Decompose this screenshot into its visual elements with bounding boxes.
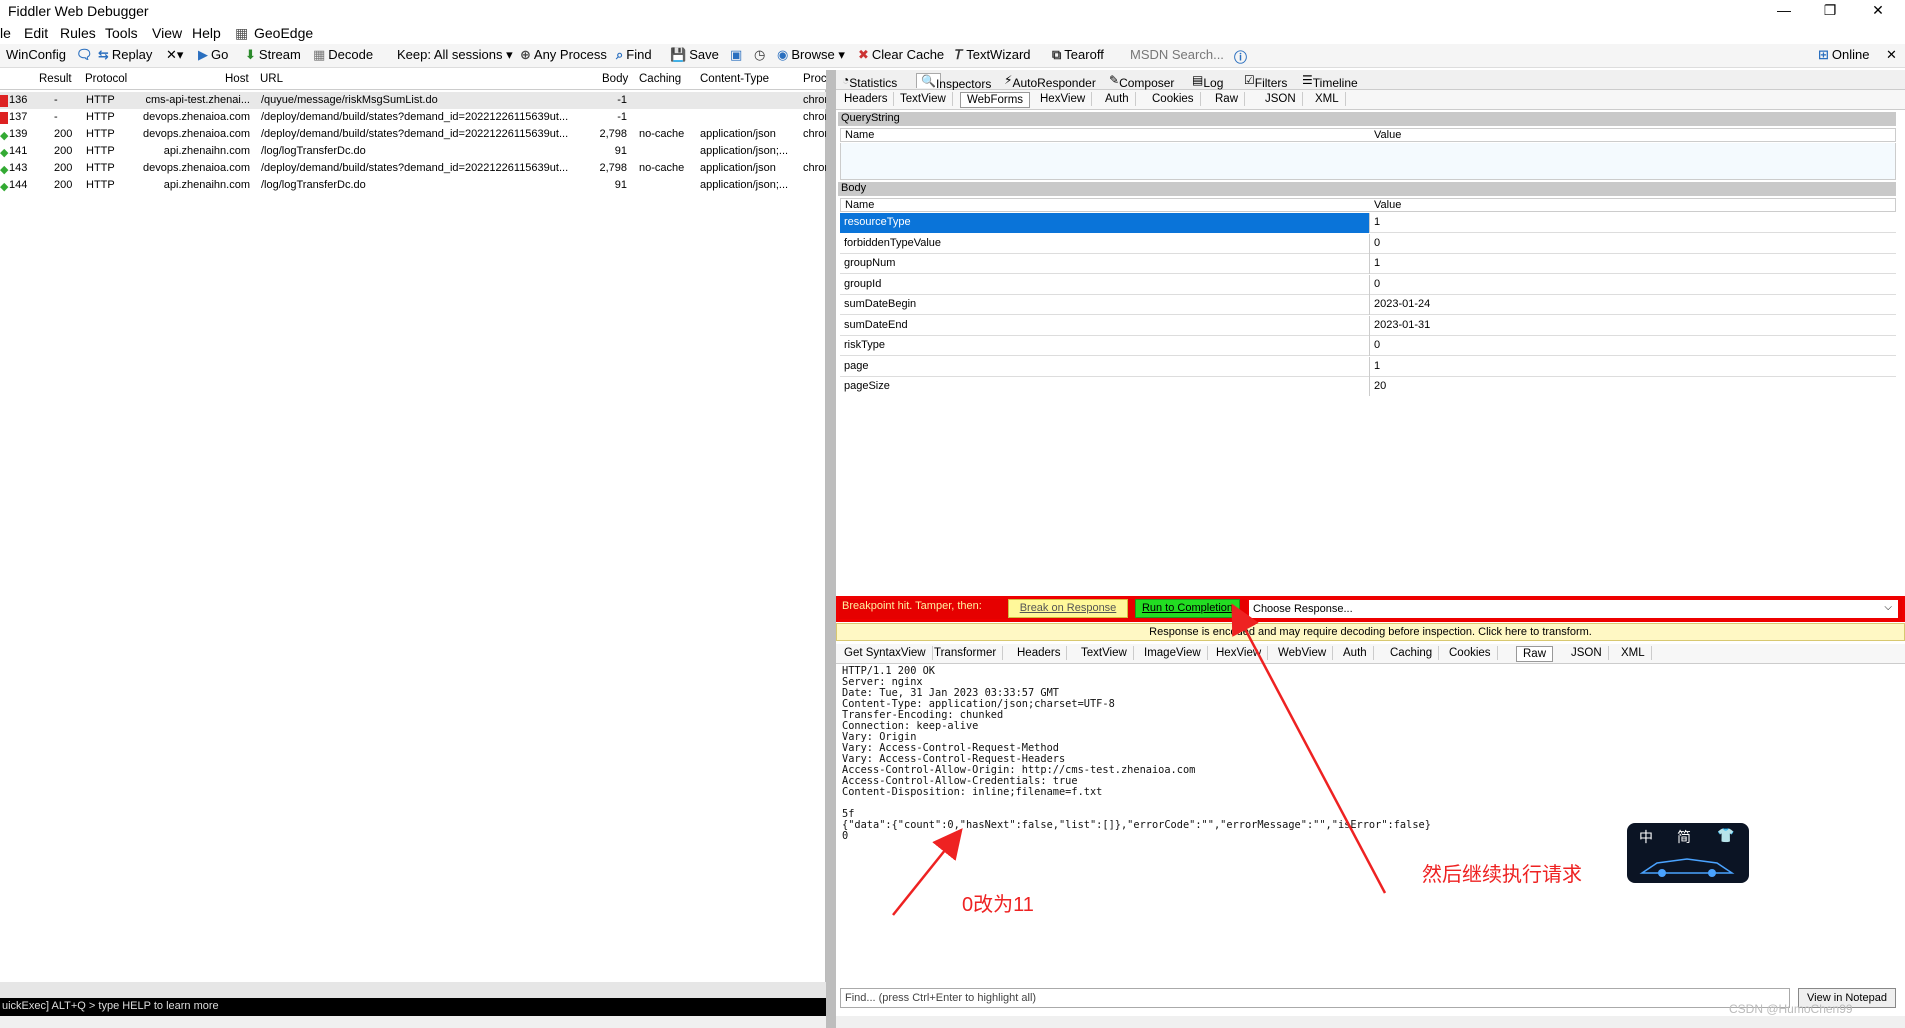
logo-char-1: 中 (1639, 829, 1653, 845)
logo-char-2: 简 (1677, 829, 1691, 845)
annotation-note-2: 然后继续执行请求 (1422, 864, 1582, 886)
car-icon (1639, 858, 1735, 877)
arrow-to-run (1231, 603, 1387, 894)
annotation-arrows (892, 603, 1387, 916)
annotation-note-1: 0改为11 (962, 894, 1034, 916)
shirt-icon: 👕 (1717, 827, 1735, 843)
watermark: CSDN @HumoChen99 (1729, 1002, 1853, 1016)
arrow-to-count (892, 828, 963, 916)
floating-widget-logo[interactable]: 中 简 👕 (1627, 823, 1749, 883)
